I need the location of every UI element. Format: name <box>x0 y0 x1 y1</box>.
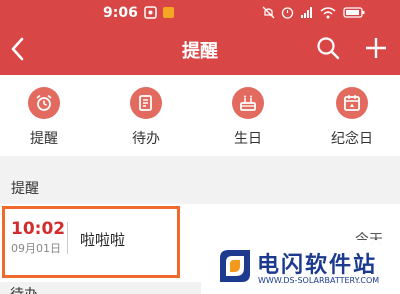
shortcut-bar: 提醒 待办 生日 纪念日 <box>0 75 400 156</box>
shortcut-label: 生日 <box>234 131 262 147</box>
shortcut-label: 待办 <box>132 131 160 147</box>
watermark-url: WWW.DS-SOLARBATTERY.COM <box>258 276 380 285</box>
app-header: 9:06 提醒 <box>0 0 400 75</box>
alarm-icon <box>281 7 294 19</box>
todo-list-icon <box>130 87 162 119</box>
reminder-date: 09月01日 <box>11 242 61 255</box>
battery-icon <box>343 7 365 18</box>
shortcut-anniversary[interactable]: 纪念日 <box>317 87 387 148</box>
wifi-icon <box>320 7 336 19</box>
section-title: 提醒 <box>11 181 39 197</box>
shortcut-birthday[interactable]: 生日 <box>213 87 283 148</box>
title-bar: 提醒 <box>0 28 400 72</box>
reminder-title: 啦啦啦 <box>80 231 126 249</box>
status-bar: 9:06 <box>0 0 400 26</box>
page-title: 提醒 <box>182 41 218 62</box>
shortcut-reminder[interactable]: 提醒 <box>9 87 79 148</box>
mute-bell-icon <box>262 6 275 19</box>
reminder-time: 10:02 <box>11 219 66 239</box>
calendar-icon <box>336 87 368 119</box>
watermark-title: 电闪软件站 <box>257 253 378 278</box>
status-time: 9:06 <box>103 5 138 21</box>
add-icon[interactable] <box>364 36 388 60</box>
divider <box>67 222 68 254</box>
app-notification-icon <box>163 7 174 18</box>
shortcut-label: 提醒 <box>30 131 58 147</box>
search-icon[interactable] <box>316 36 340 62</box>
alarm-clock-icon <box>28 87 60 119</box>
birthday-cake-icon <box>232 87 264 119</box>
shortcut-label: 纪念日 <box>331 131 373 147</box>
watermark-logo-icon <box>220 250 250 282</box>
shortcut-todo[interactable]: 待办 <box>111 87 181 148</box>
gallery-icon <box>144 6 157 19</box>
signal-icon <box>301 7 312 18</box>
section-title-todo: 待办 <box>10 284 38 294</box>
